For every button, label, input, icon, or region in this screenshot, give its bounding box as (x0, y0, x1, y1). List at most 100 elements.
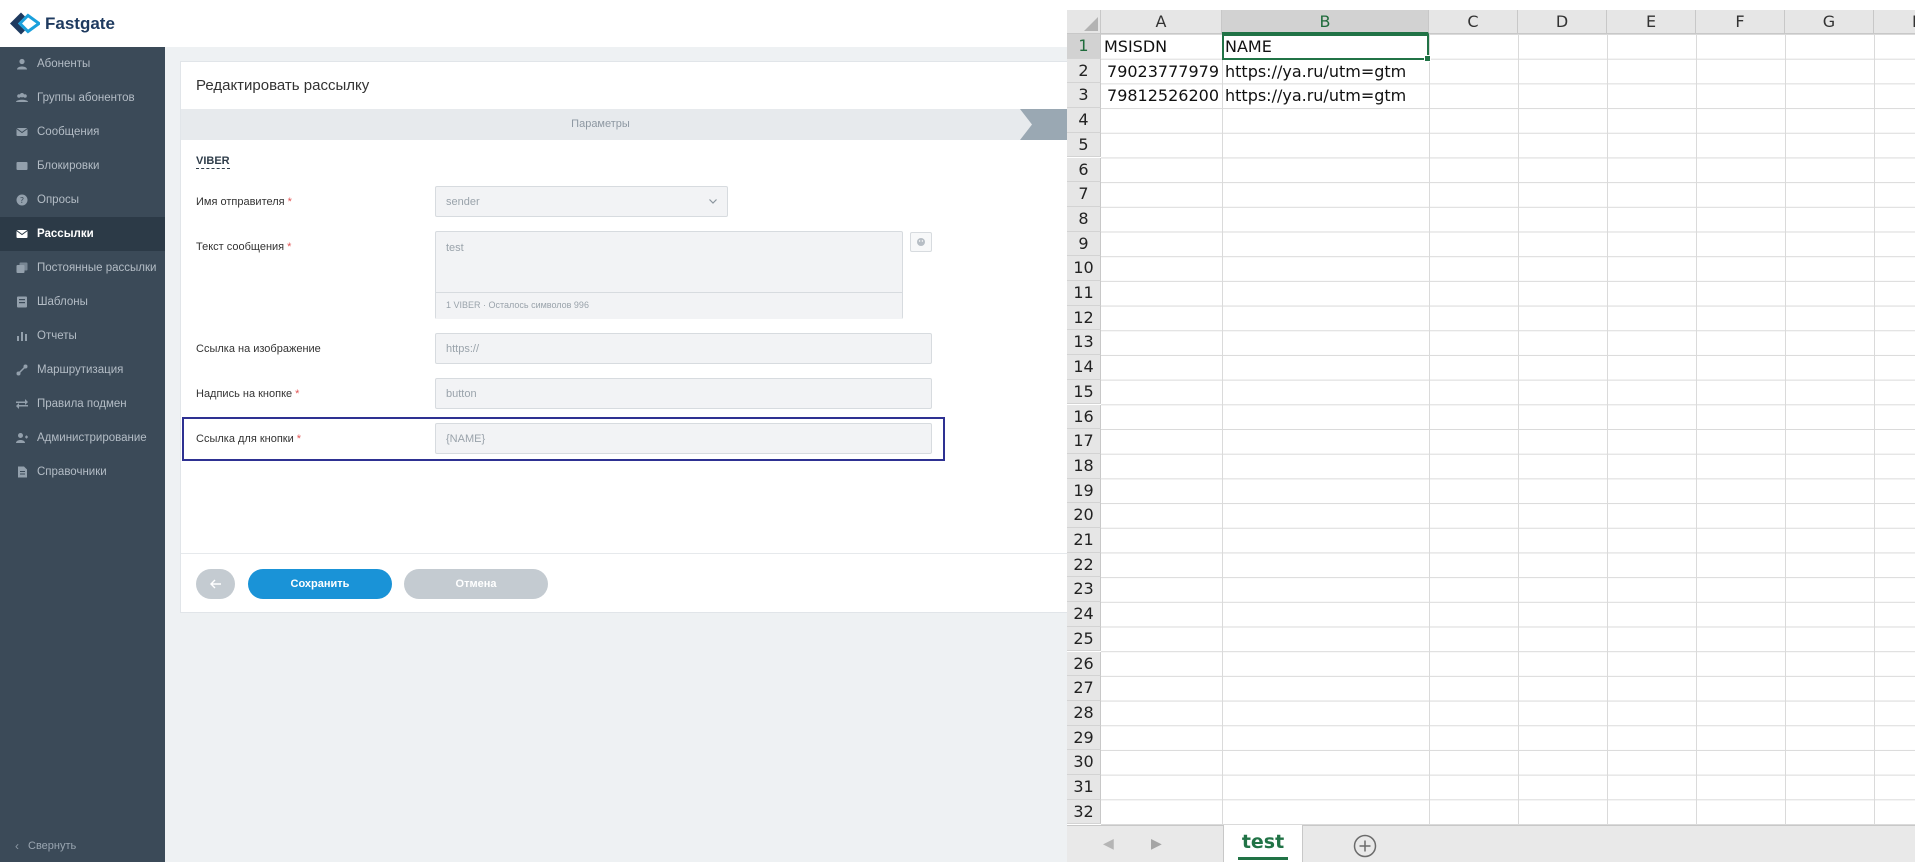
row-header-14[interactable]: 14 (1067, 355, 1101, 380)
button-text-input[interactable]: button (435, 378, 932, 409)
column-header-g[interactable]: G (1785, 10, 1874, 34)
row-header-2[interactable]: 2 (1067, 58, 1101, 84)
row-header-16[interactable]: 16 (1067, 404, 1101, 430)
add-sheet-icon[interactable] (1353, 834, 1377, 858)
step-arrow-icon (1020, 109, 1068, 140)
mail-icon (15, 228, 28, 241)
brand-logo[interactable]: Fastgate (8, 10, 115, 37)
row-header-15[interactable]: 15 (1067, 379, 1101, 405)
edit-mailing-card: Редактировать рассылку Параметры VIBER И… (180, 61, 1068, 613)
sidebar-item-directories[interactable]: Справочники (0, 455, 165, 489)
block-icon (15, 160, 28, 173)
cancel-button[interactable]: Отмена (404, 569, 548, 599)
grid-line (1607, 34, 1608, 825)
sidebar-item-subscribers[interactable]: Абоненты (0, 47, 165, 81)
button-link-input[interactable]: {NAME} (435, 423, 932, 454)
cell-a3[interactable]: 79812526200 (1101, 84, 1222, 108)
row-header-4[interactable]: 4 (1067, 108, 1101, 133)
column-header-d[interactable]: D (1518, 10, 1607, 34)
sidebar-item-recurring-mailings[interactable]: Постоянные рассылки (0, 251, 165, 285)
column-header-f[interactable]: F (1696, 10, 1785, 34)
row-header-31[interactable]: 31 (1067, 775, 1101, 800)
row-header-11[interactable]: 11 (1067, 281, 1101, 306)
save-button[interactable]: Сохранить (248, 569, 392, 599)
step-label[interactable]: Параметры (181, 109, 1020, 140)
cell-grid[interactable]: MSISDN NAME 79023777979 https://ya.ru/ut… (1101, 34, 1915, 825)
column-header-c[interactable]: C (1429, 10, 1518, 34)
row-header-28[interactable]: 28 (1067, 700, 1101, 726)
select-all-corner[interactable] (1067, 10, 1101, 34)
row-header-25[interactable]: 25 (1067, 626, 1101, 652)
brand-name: Fastgate (45, 13, 115, 33)
row-header-22[interactable]: 22 (1067, 552, 1101, 578)
collapse-sidebar-button[interactable]: ‹ Свернуть (0, 836, 76, 856)
sender-label: Имя отправителя * (196, 196, 292, 208)
recurring-icon (15, 262, 28, 275)
sidebar-item-label: Правила подмен (37, 398, 127, 410)
sidebar-item-templates[interactable]: Шаблоны (0, 285, 165, 319)
row-header-10[interactable]: 10 (1067, 256, 1101, 281)
cell-b2[interactable]: https://ya.ru/utm=gtm (1222, 60, 1429, 84)
row-header-32[interactable]: 32 (1067, 799, 1101, 825)
column-header-a[interactable]: A (1101, 10, 1222, 34)
back-button[interactable] (196, 569, 235, 599)
row-header-23[interactable]: 23 (1067, 577, 1101, 603)
row-header-26[interactable]: 26 (1067, 651, 1101, 677)
previous-sheet-icon[interactable]: ◀ (1103, 836, 1114, 852)
sidebar-item-label: Администрирование (37, 432, 147, 444)
column-header-h[interactable]: H (1874, 10, 1915, 34)
row-header-24[interactable]: 24 (1067, 602, 1101, 627)
cell-a1[interactable]: MSISDN (1101, 35, 1222, 59)
column-header-e[interactable]: E (1607, 10, 1696, 34)
row-header-1[interactable]: 1 (1067, 34, 1101, 59)
channel-tab-viber[interactable]: VIBER (196, 155, 230, 169)
button-text-value: button (446, 387, 477, 400)
image-link-input[interactable]: https:// (435, 333, 932, 364)
next-sheet-icon[interactable]: ▶ (1151, 836, 1162, 852)
spreadsheet-window: A B C D E F G H 123456789101112131415161… (1067, 0, 1915, 862)
sidebar-item-label: Сообщения (37, 126, 100, 138)
row-header-12[interactable]: 12 (1067, 305, 1101, 331)
row-header-17[interactable]: 17 (1067, 429, 1101, 454)
cell-b3[interactable]: https://ya.ru/utm=gtm (1222, 84, 1429, 108)
emoji-button[interactable] (910, 232, 932, 252)
row-header-27[interactable]: 27 (1067, 676, 1101, 701)
row-header-29[interactable]: 29 (1067, 725, 1101, 751)
row-header-30[interactable]: 30 (1067, 750, 1101, 775)
sidebar-item-surveys[interactable]: ? Опросы (0, 183, 165, 217)
sidebar-item-routing[interactable]: Маршрутизация (0, 353, 165, 387)
row-header-7[interactable]: 7 (1067, 182, 1101, 207)
sender-value: sender (446, 195, 480, 208)
row-header-9[interactable]: 9 (1067, 231, 1101, 257)
sidebar-item-substitution-rules[interactable]: Правила подмен (0, 387, 165, 421)
row-header-8[interactable]: 8 (1067, 206, 1101, 232)
row-header-13[interactable]: 13 (1067, 330, 1101, 356)
grid-line (1874, 34, 1875, 825)
fill-handle[interactable] (1424, 55, 1431, 62)
sheet-tab-test[interactable]: test (1223, 825, 1303, 862)
row-header-6[interactable]: 6 (1067, 157, 1101, 183)
message-textarea[interactable]: test 1 VIBER · Осталось символов 996 (435, 231, 903, 319)
sidebar-item-subscriber-groups[interactable]: Группы абонентов (0, 81, 165, 115)
chevron-down-icon (709, 199, 717, 204)
row-header-20[interactable]: 20 (1067, 503, 1101, 528)
sidebar-item-administration[interactable]: Администрирование (0, 421, 165, 455)
user-icon (15, 58, 28, 71)
sheet-tab-bar: ◀ ▶ test (1067, 825, 1915, 862)
row-header-3[interactable]: 3 (1067, 83, 1101, 109)
emoji-icon (917, 238, 925, 246)
sidebar-item-messages[interactable]: Сообщения (0, 115, 165, 149)
row-header-19[interactable]: 19 (1067, 478, 1101, 504)
cell-a2[interactable]: 79023777979 (1101, 60, 1222, 84)
row-header-18[interactable]: 18 (1067, 453, 1101, 479)
sender-select[interactable]: sender (435, 186, 728, 217)
row-header-5[interactable]: 5 (1067, 132, 1101, 158)
sidebar-item-mailings[interactable]: Рассылки (0, 217, 165, 251)
column-header-b[interactable]: B (1222, 10, 1429, 34)
grid-line (1429, 34, 1430, 825)
row-header-21[interactable]: 21 (1067, 528, 1101, 553)
sidebar-item-reports[interactable]: Отчеты (0, 319, 165, 353)
template-icon (15, 296, 28, 309)
question-icon: ? (15, 194, 28, 207)
sidebar-item-blocks[interactable]: Блокировки (0, 149, 165, 183)
